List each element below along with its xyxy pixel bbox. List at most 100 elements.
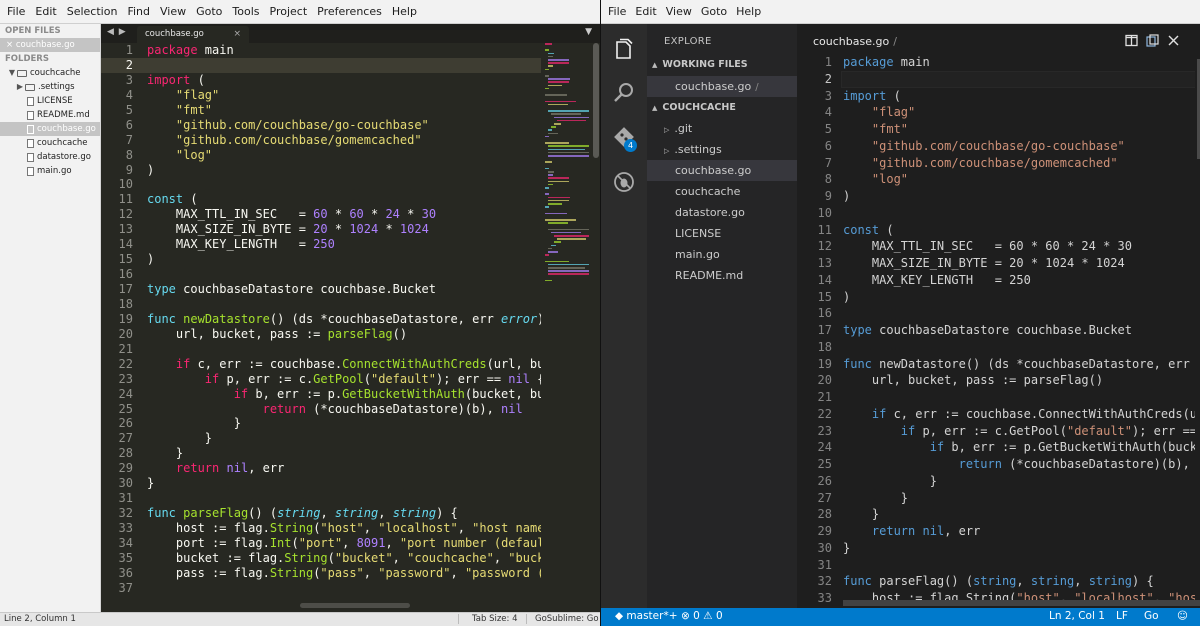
debug-icon[interactable]: [612, 170, 636, 194]
code-line[interactable]: [843, 389, 1195, 406]
code-line[interactable]: return nil, err: [843, 523, 1195, 540]
code-line[interactable]: [147, 58, 541, 73]
code-line[interactable]: [147, 267, 541, 282]
code-line[interactable]: "github.com/couchbase/gomemcached": [147, 133, 541, 148]
code-line[interactable]: func newDatastore() (ds *couchbaseDatast…: [843, 356, 1195, 373]
code-line[interactable]: MAX_SIZE_IN_BYTE = 20 * 1024 * 1024: [843, 255, 1195, 272]
code-line[interactable]: import (: [843, 88, 1195, 105]
sidebar-item-datastore-go[interactable]: datastore.go: [0, 150, 100, 164]
files-icon[interactable]: [612, 38, 636, 62]
tree-item-settings[interactable]: ▷ .settings: [647, 139, 797, 160]
code-line[interactable]: }: [147, 446, 541, 461]
code-line[interactable]: if b, err := p.GetBucketWithAuth(bucket,…: [843, 439, 1195, 456]
tree-item-git[interactable]: ▷ .git: [647, 118, 797, 139]
sidebar-item-couchbase-go[interactable]: couchbase.go: [0, 122, 100, 136]
code-line[interactable]: MAX_TTL_IN_SEC = 60 * 60 * 24 * 30: [843, 238, 1195, 255]
tree-item-couchbase-go[interactable]: couchbase.go: [647, 160, 797, 181]
tab-size-indicator[interactable]: Tab Size: 4: [458, 614, 520, 624]
tab-dropdown-icon[interactable]: ▼: [585, 27, 592, 37]
code-line[interactable]: [843, 305, 1195, 322]
tree-item-main-go[interactable]: main.go: [647, 244, 797, 265]
project-header[interactable]: ▲ COUCHCACHE: [652, 102, 736, 113]
close-icon[interactable]: ×: [233, 26, 241, 43]
cursor-position[interactable]: Ln 2, Col 1: [1049, 610, 1105, 622]
code-line[interactable]: [147, 581, 541, 596]
code-line[interactable]: "log": [147, 148, 541, 163]
menu-goto[interactable]: Goto: [697, 5, 731, 18]
code-line[interactable]: "github.com/couchbase/go-couchbase": [843, 138, 1195, 155]
tree-item-datastore-go[interactable]: datastore.go: [647, 202, 797, 223]
code-line[interactable]: [843, 71, 1195, 88]
code-line[interactable]: [147, 177, 541, 192]
tree-item-couchcache[interactable]: couchcache: [647, 181, 797, 202]
code-line[interactable]: func parseFlag() (string, string, string…: [843, 573, 1195, 590]
code-line[interactable]: "github.com/couchbase/gomemcached": [843, 155, 1195, 172]
code-line[interactable]: }: [843, 473, 1195, 490]
menu-view[interactable]: View: [156, 5, 190, 18]
code-line[interactable]: "fmt": [147, 103, 541, 118]
sublime-editor[interactable]: 1 2 3 4 5 6 7 8 9 10 11 12 13 14 15 16 17 18 19 20 21 22 23 24 2…: [101, 43, 541, 601]
code-line[interactable]: [843, 339, 1195, 356]
vscode-editor[interactable]: 1 2 3 4 5 6 7 8 9 10 11 12 13 14 15 16 17 18 19 20 21 22 23 24 2…: [797, 54, 1195, 608]
code-line[interactable]: }: [147, 476, 541, 491]
search-icon[interactable]: [612, 81, 636, 105]
code-line[interactable]: package main: [147, 43, 541, 58]
code-area[interactable]: package main import ( "flag" "fmt" "githu…: [147, 43, 541, 596]
sidebar-item-license[interactable]: LICENSE: [0, 94, 100, 108]
git-branch[interactable]: ◆ master*+: [615, 610, 678, 622]
code-line[interactable]: ): [147, 163, 541, 178]
sidebar-item-main-go[interactable]: main.go: [0, 164, 100, 178]
code-line[interactable]: if c, err := couchbase.ConnectWithAuthCr…: [843, 406, 1195, 423]
horizontal-scrollbar[interactable]: [843, 600, 1200, 606]
code-line[interactable]: }: [843, 490, 1195, 507]
code-line[interactable]: ): [147, 252, 541, 267]
sidebar-item-settings[interactable]: ▶ .settings: [0, 80, 100, 94]
menu-goto[interactable]: Goto: [192, 5, 226, 18]
open-file-item[interactable]: × couchbase.go: [0, 38, 100, 52]
menu-help[interactable]: Help: [388, 5, 421, 18]
code-line[interactable]: const (: [147, 192, 541, 207]
syntax-indicator[interactable]: GoSublime: Go: [526, 614, 599, 624]
tab-nav-arrows[interactable]: ◀ ▶: [107, 27, 127, 37]
code-line[interactable]: }: [843, 506, 1195, 523]
code-line[interactable]: type couchbaseDatastore couchbase.Bucket: [147, 282, 541, 297]
tree-item-readme[interactable]: README.md: [647, 265, 797, 286]
code-line[interactable]: [147, 491, 541, 506]
menu-edit[interactable]: Edit: [631, 5, 660, 18]
close-icon[interactable]: [1167, 34, 1180, 47]
code-line[interactable]: [147, 342, 541, 357]
code-line[interactable]: type couchbaseDatastore couchbase.Bucket: [843, 322, 1195, 339]
code-line[interactable]: pass := flag.String("pass", "password", …: [147, 566, 541, 581]
code-line[interactable]: host := flag.String("host", "localhost",…: [147, 521, 541, 536]
code-line[interactable]: func newDatastore() (ds *couchbaseDatast…: [147, 312, 541, 327]
code-line[interactable]: [147, 297, 541, 312]
menu-tools[interactable]: Tools: [228, 5, 263, 18]
working-file-couchbase-go[interactable]: couchbase.go /: [647, 76, 797, 97]
smiley-icon[interactable]: ☺: [1177, 610, 1188, 622]
editor-tab[interactable]: couchbase.go /: [813, 35, 897, 48]
sidebar-item-readme[interactable]: README.md: [0, 108, 100, 122]
code-line[interactable]: import (: [147, 73, 541, 88]
menu-file[interactable]: File: [3, 5, 29, 18]
code-line[interactable]: ): [843, 188, 1195, 205]
split-editor-icon[interactable]: [1125, 34, 1138, 47]
menu-find[interactable]: Find: [123, 5, 154, 18]
code-line[interactable]: if p, err := c.GetPool("default"); err =…: [843, 423, 1195, 440]
code-line[interactable]: if c, err := couchbase.ConnectWithAuthCr…: [147, 357, 541, 372]
code-line[interactable]: const (: [843, 222, 1195, 239]
code-line[interactable]: "flag": [843, 104, 1195, 121]
menu-project[interactable]: Project: [266, 5, 312, 18]
code-line[interactable]: MAX_TTL_IN_SEC = 60 * 60 * 24 * 30: [147, 207, 541, 222]
code-line[interactable]: "flag": [147, 88, 541, 103]
code-line[interactable]: url, bucket, pass := parseFlag(): [843, 372, 1195, 389]
code-line[interactable]: return (*couchbaseDatastore)(b), nil: [843, 456, 1195, 473]
code-line[interactable]: }: [147, 431, 541, 446]
vertical-scrollbar[interactable]: [593, 43, 599, 158]
code-line[interactable]: url, bucket, pass := parseFlag(): [147, 327, 541, 342]
tree-item-license[interactable]: LICENSE: [647, 223, 797, 244]
tab-couchbase-go[interactable]: couchbase.go ×: [137, 26, 249, 43]
code-line[interactable]: return nil, err: [147, 461, 541, 476]
sidebar-item-couchcache[interactable]: couchcache: [0, 136, 100, 150]
open-change-icon[interactable]: [1146, 34, 1159, 47]
problems-indicator[interactable]: ⊗ 0 ⚠ 0: [681, 610, 723, 622]
